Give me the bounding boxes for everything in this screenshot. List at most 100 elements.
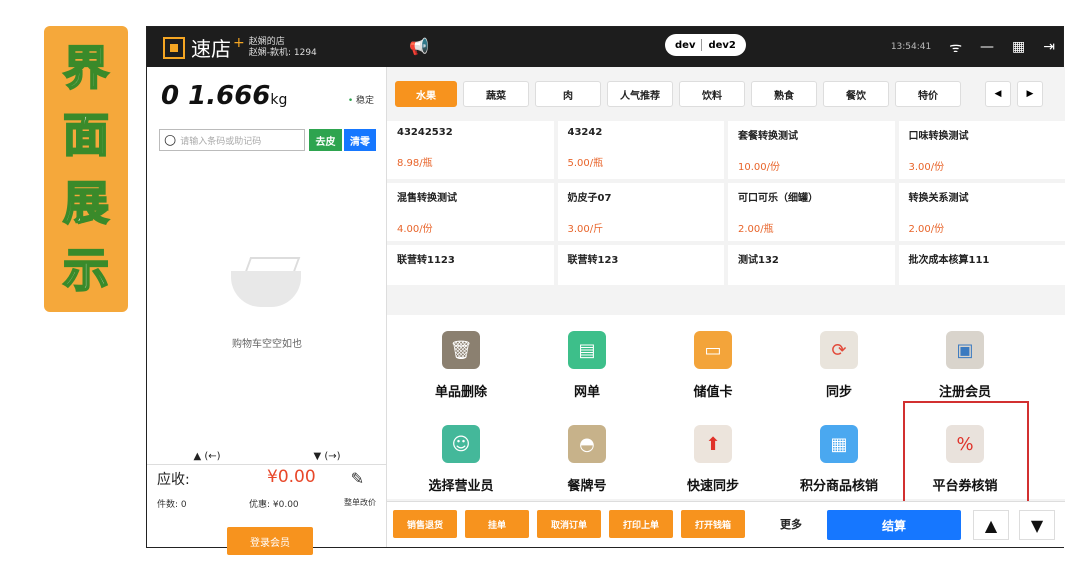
stable-status: 稳定 bbox=[348, 93, 374, 106]
product-card[interactable]: 可口可乐（细罐） 2.00/瓶 bbox=[728, 183, 895, 241]
product-card[interactable]: 混售转换测试 4.00/份 bbox=[387, 183, 554, 241]
env-tag: dev bbox=[675, 39, 696, 51]
monitor-icon: ▣ bbox=[946, 331, 984, 369]
checkout-button[interactable]: 结算 bbox=[827, 510, 961, 540]
function-label: 选择营业员 bbox=[428, 479, 494, 494]
sync-button[interactable]: ⟳ 同步 bbox=[779, 331, 899, 400]
product-price: 4.00/份 bbox=[397, 224, 433, 235]
side-label-char: 面 bbox=[62, 108, 110, 163]
page-down-button[interactable]: ▼ bbox=[1019, 510, 1055, 540]
discount-amount: 优惠: ¥0.00 bbox=[249, 500, 299, 510]
item-count: 件数: 0 bbox=[157, 500, 187, 510]
tare-button[interactable]: 去皮 bbox=[309, 129, 342, 151]
product-name: 转换关系测试 bbox=[908, 193, 969, 204]
sales-return-button[interactable]: 销售退货 bbox=[393, 510, 457, 538]
category-tab[interactable]: 人气推荐 bbox=[607, 81, 673, 107]
product-card[interactable]: 联营转123 bbox=[557, 245, 724, 285]
function-label: 储值卡 bbox=[693, 385, 733, 400]
wifi-icon: ᯤ bbox=[949, 39, 963, 56]
product-name: 43242 bbox=[567, 127, 603, 138]
category-next-button[interactable]: ▶ bbox=[1017, 81, 1043, 107]
store-info: 赵娴的店 赵娴-款机: 1294 bbox=[249, 37, 317, 59]
plus-icon: + bbox=[233, 34, 245, 51]
delete-item-button[interactable]: 🗑 单品删除 bbox=[401, 331, 521, 400]
category-tab[interactable]: 特价 bbox=[895, 81, 961, 107]
scroll-up-button[interactable]: ▲ (←) bbox=[193, 451, 220, 462]
function-label: 同步 bbox=[825, 385, 852, 400]
category-tab[interactable]: 熟食 bbox=[751, 81, 817, 107]
cloche-icon: ◓ bbox=[568, 425, 606, 463]
logo-icon bbox=[163, 36, 185, 59]
scroll-down-button[interactable]: ▼ (→) bbox=[313, 451, 340, 462]
product-price: 8.98/瓶 bbox=[397, 158, 433, 169]
category-tab[interactable]: 肉 bbox=[535, 81, 601, 107]
empty-cart-icon bbox=[217, 257, 317, 317]
category-tab[interactable]: 蔬菜 bbox=[463, 81, 529, 107]
product-name: 套餐转换测试 bbox=[738, 131, 798, 142]
product-card[interactable]: 转换关系测试 2.00/份 bbox=[898, 183, 1065, 241]
product-name: 联营转1123 bbox=[397, 255, 455, 266]
top-bar: 速店 + 赵娴的店 赵娴-款机: 1294 📢 dev dev2 13:54:4… bbox=[147, 27, 1063, 67]
function-label: 注册会员 bbox=[938, 385, 991, 400]
empty-cart-text: 购物车空空如也 bbox=[232, 339, 302, 350]
quick-sync-button[interactable]: ⬆ 快速同步 bbox=[653, 425, 773, 494]
product-card[interactable]: 奶皮子07 3.00/斤 bbox=[557, 183, 724, 241]
product-panel: 水果 蔬菜 肉 人气推荐 饮料 熟食 餐饮 特价 ◀ ▶ 43242532 8.9… bbox=[387, 67, 1065, 547]
function-label: 网单 bbox=[573, 385, 600, 400]
exit-icon[interactable]: ⇥ bbox=[1043, 39, 1055, 55]
open-cashbox-button[interactable]: 打开钱箱 bbox=[681, 510, 745, 538]
document-icon: ▤ bbox=[568, 331, 606, 369]
product-price: 5.00/瓶 bbox=[567, 158, 604, 169]
weight-unit: kg bbox=[270, 92, 288, 108]
more-button[interactable]: 更多 bbox=[771, 510, 811, 538]
select-clerk-button[interactable]: ☺ 选择营业员 bbox=[401, 425, 521, 494]
env-tag: dev2 bbox=[708, 39, 736, 51]
clock: 13:54:41 bbox=[890, 42, 932, 52]
due-label: 应收: bbox=[157, 472, 190, 488]
weight-value: 0 1.666 bbox=[161, 81, 271, 111]
category-tab[interactable]: 餐饮 bbox=[823, 81, 889, 107]
register-member-button[interactable]: ▣ 注册会员 bbox=[905, 331, 1025, 400]
category-tab[interactable]: 饮料 bbox=[679, 81, 745, 107]
due-amount: ¥0.00 bbox=[267, 467, 316, 487]
cancel-order-button[interactable]: 取消订单 bbox=[537, 510, 601, 538]
whole-order-price-change[interactable]: 整单改价 bbox=[344, 497, 376, 508]
weight-display: 0 1.666kg bbox=[161, 81, 287, 111]
person-icon: ☺ bbox=[442, 425, 480, 463]
edit-icon[interactable]: ✎ bbox=[351, 469, 364, 488]
product-name: 测试132 bbox=[738, 255, 779, 266]
points-redeem-button[interactable]: ▦ 积分商品核销 bbox=[779, 425, 899, 494]
product-grid: 43242532 8.98/瓶 43242 5.00/瓶 套餐转换测试 10.00/份… bbox=[387, 121, 1065, 285]
product-card[interactable]: 联营转1123 bbox=[387, 245, 554, 285]
stored-value-card-button[interactable]: ▭ 储值卡 bbox=[653, 331, 773, 400]
product-price: 3.00/斤 bbox=[567, 224, 604, 235]
product-card[interactable]: 套餐转换测试 10.00/份 bbox=[728, 121, 895, 179]
hang-order-button[interactable]: 挂单 bbox=[465, 510, 529, 538]
trash-icon: 🗑 bbox=[442, 331, 480, 369]
minimize-icon[interactable]: — bbox=[980, 39, 994, 55]
table-number-button[interactable]: ◓ 餐牌号 bbox=[527, 425, 647, 494]
product-price: 2.00/份 bbox=[908, 224, 945, 235]
product-card[interactable]: 测试132 bbox=[728, 245, 895, 285]
search-input[interactable]: ○ 请输入条码或助记码 bbox=[159, 129, 305, 151]
print-last-button[interactable]: 打印上单 bbox=[609, 510, 673, 538]
product-card[interactable]: 批次成本核算111 bbox=[898, 245, 1065, 285]
product-name: 可口可乐（细罐） bbox=[738, 193, 818, 204]
product-card[interactable]: 口味转换测试 3.00/份 bbox=[898, 121, 1065, 179]
card-icon: ▭ bbox=[694, 331, 732, 369]
product-name: 混售转换测试 bbox=[397, 193, 457, 204]
login-member-button[interactable]: 登录会员 bbox=[227, 527, 313, 555]
function-label: 快速同步 bbox=[686, 479, 739, 494]
product-name: 奶皮子07 bbox=[567, 193, 612, 204]
category-tab[interactable]: 水果 bbox=[395, 81, 457, 107]
online-order-button[interactable]: ▤ 网单 bbox=[527, 331, 647, 400]
product-card[interactable]: 43242532 8.98/瓶 bbox=[387, 121, 554, 179]
zero-button[interactable]: 清零 bbox=[344, 129, 376, 151]
page-up-button[interactable]: ▲ bbox=[973, 510, 1009, 540]
announcement-icon[interactable]: 📢 bbox=[409, 37, 429, 56]
grid-icon[interactable]: ▦ bbox=[1012, 39, 1025, 55]
category-prev-button[interactable]: ◀ bbox=[985, 81, 1011, 107]
product-card[interactable]: 43242 5.00/瓶 bbox=[557, 121, 724, 179]
app-logo: 速店 + 赵娴的店 赵娴-款机: 1294 bbox=[163, 33, 317, 62]
qrcode-icon: ▦ bbox=[820, 425, 858, 463]
